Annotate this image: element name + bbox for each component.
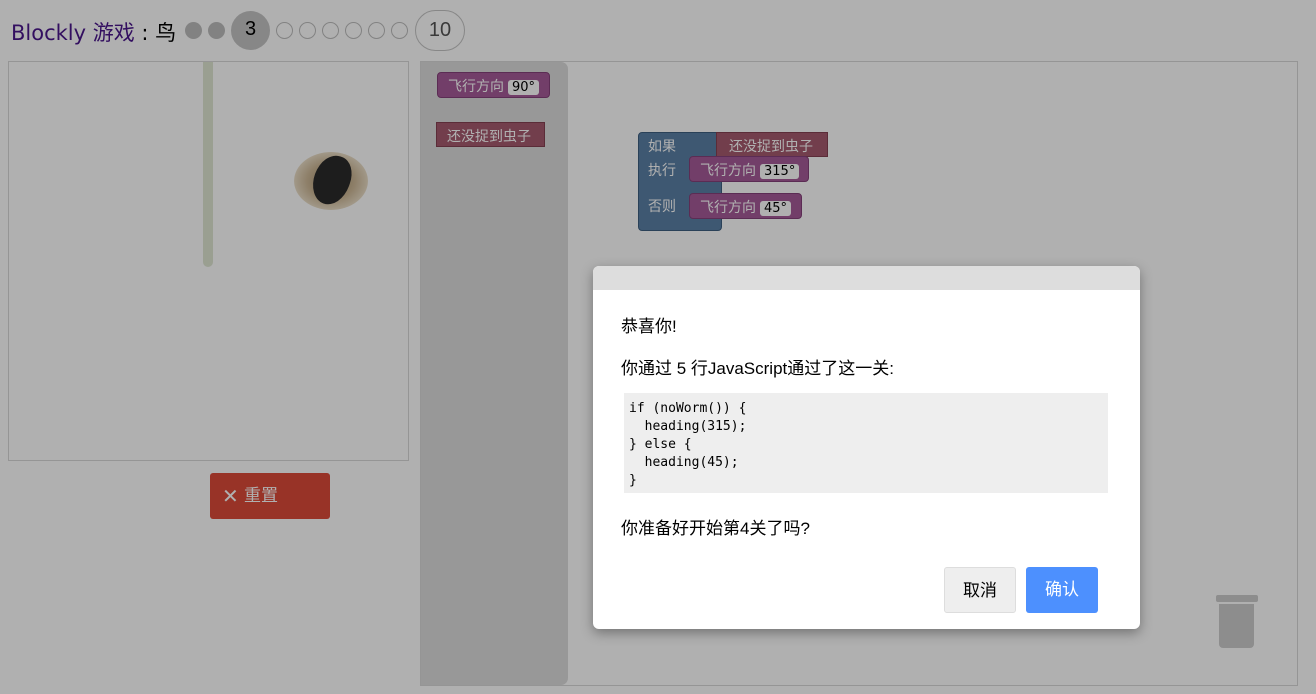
lines-summary: 你通过 5 行JavaScript通过了这一关:	[621, 359, 894, 378]
code-line: } else {	[629, 437, 692, 452]
next-level-question: 你准备好开始第4关了吗?	[621, 519, 810, 538]
level-complete-dialog: 恭喜你! 你通过 5 行JavaScript通过了这一关: if (noWorm…	[593, 266, 1140, 629]
dialog-title-bar[interactable]	[593, 266, 1140, 290]
code-line: }	[629, 473, 637, 488]
code-line: heading(315);	[629, 419, 747, 434]
code-line: heading(45);	[629, 455, 739, 470]
ok-button[interactable]: 确认	[1026, 567, 1098, 613]
code-listing: if (noWorm()) { heading(315); } else { he…	[624, 393, 1108, 493]
cancel-button[interactable]: 取消	[944, 567, 1016, 613]
code-line: if (noWorm()) {	[629, 401, 747, 416]
congrats-text: 恭喜你!	[621, 317, 677, 336]
